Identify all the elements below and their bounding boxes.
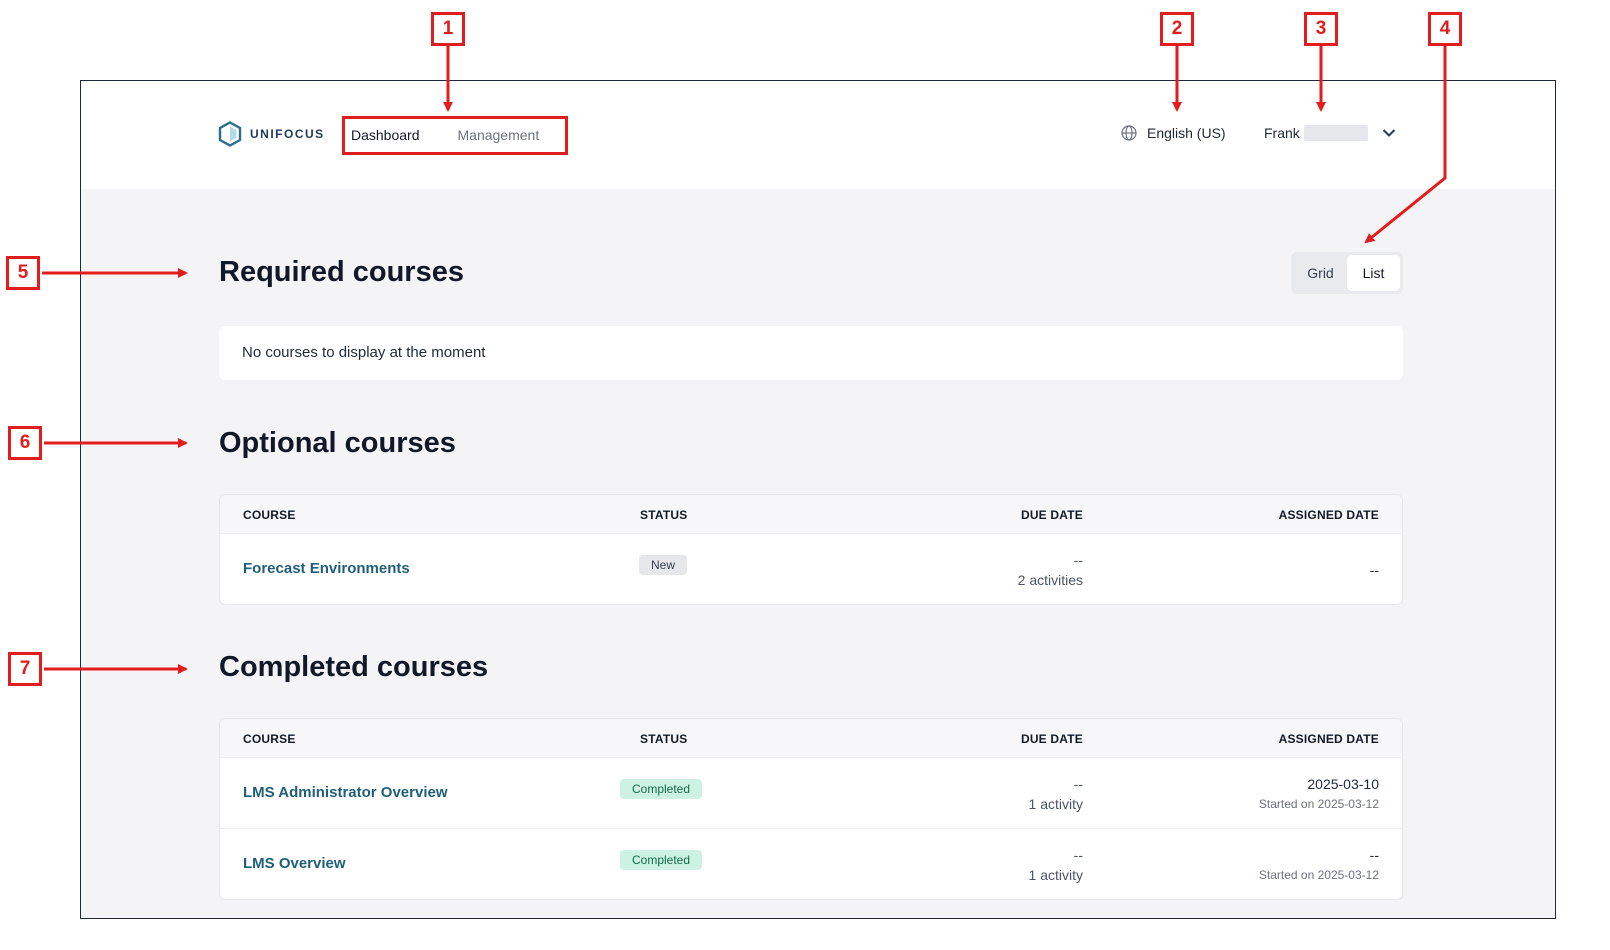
column-due-date: DUE DATE	[1020, 508, 1083, 522]
column-assigned-date: ASSIGNED DATE	[1278, 732, 1379, 746]
column-course: COURSE	[243, 732, 296, 746]
column-course: COURSE	[243, 508, 296, 522]
due-date: --	[1073, 847, 1083, 863]
required-courses-title: Required courses	[219, 256, 464, 288]
table-row[interactable]: Forecast Environments New -- 2 activitie…	[220, 534, 1402, 604]
course-link[interactable]: LMS Administrator Overview	[243, 784, 448, 801]
annotation-label: 6	[8, 426, 42, 460]
started-date: Started on 2025-03-12	[1258, 797, 1379, 811]
view-toggle: Grid List	[1291, 252, 1403, 294]
app-window: UNIFOCUS Dashboard Management English (U…	[80, 80, 1556, 919]
language-selector[interactable]: English (US)	[1121, 125, 1226, 141]
completed-courses-title: Completed courses	[219, 651, 489, 683]
unifocus-logo[interactable]: UNIFOCUS	[218, 121, 325, 147]
user-menu[interactable]: Frank	[1264, 125, 1396, 141]
assigned-date: --	[1369, 562, 1379, 578]
due-date: --	[1073, 552, 1083, 568]
logo-text: UNIFOCUS	[250, 127, 325, 141]
status-badge: New	[639, 555, 688, 575]
annotation-label: 3	[1304, 12, 1338, 46]
assigned-date-cell: -- Started on 2025-03-12	[1259, 845, 1379, 885]
activity-count: 1 activity	[1028, 867, 1083, 883]
annotation-label: 1	[431, 12, 465, 46]
activity-count: 1 activity	[1028, 796, 1083, 812]
globe-icon	[1121, 125, 1137, 141]
optional-courses-table: COURSE STATUS DUE DATE ASSIGNED DATE For…	[219, 494, 1403, 605]
due-date-cell: -- 1 activity	[1029, 845, 1083, 885]
language-label: English (US)	[1147, 125, 1226, 141]
activity-count: 2 activities	[1017, 572, 1083, 588]
course-link[interactable]: LMS Overview	[243, 855, 346, 872]
annotation-label: 2	[1160, 12, 1194, 46]
table-header: COURSE STATUS DUE DATE ASSIGNED DATE	[220, 719, 1402, 758]
required-empty-message: No courses to display at the moment	[219, 326, 1403, 380]
column-status: STATUS	[640, 508, 688, 522]
completed-courses-table: COURSE STATUS DUE DATE ASSIGNED DATE LMS…	[219, 718, 1403, 900]
column-status: STATUS	[640, 732, 688, 746]
started-date: Started on 2025-03-12	[1258, 868, 1379, 882]
table-header: COURSE STATUS DUE DATE ASSIGNED DATE	[220, 495, 1402, 534]
grid-view-button[interactable]: Grid	[1294, 255, 1347, 291]
table-row[interactable]: LMS Administrator Overview Completed -- …	[220, 758, 1402, 829]
annotation-label: 7	[8, 652, 42, 686]
chevron-down-icon	[1382, 129, 1396, 137]
hexagon-logo-icon	[218, 121, 242, 147]
list-view-button[interactable]: List	[1347, 255, 1400, 291]
status-badge: Completed	[620, 850, 703, 870]
annotation-label: 5	[6, 256, 40, 290]
due-date-cell: -- 1 activity	[1029, 774, 1083, 814]
due-date-cell: -- 2 activities	[1018, 550, 1083, 590]
due-date: --	[1073, 776, 1083, 792]
assigned-date-cell: 2025-03-10 Started on 2025-03-12	[1259, 774, 1379, 814]
nav-highlight-box	[342, 116, 568, 155]
redacted-surname	[1303, 125, 1368, 141]
assigned-date-cell: --	[1370, 560, 1379, 580]
assigned-date: 2025-03-10	[1307, 776, 1379, 792]
status-badge: Completed	[620, 779, 703, 799]
annotation-label: 4	[1428, 12, 1462, 46]
table-row[interactable]: LMS Overview Completed -- 1 activity -- …	[220, 829, 1402, 899]
course-link[interactable]: Forecast Environments	[243, 560, 410, 577]
top-navigation-bar: UNIFOCUS Dashboard Management English (U…	[81, 81, 1555, 189]
assigned-date: --	[1369, 847, 1379, 863]
user-name: Frank	[1264, 125, 1300, 141]
column-due-date: DUE DATE	[1020, 732, 1083, 746]
column-assigned-date: ASSIGNED DATE	[1278, 508, 1379, 522]
optional-courses-title: Optional courses	[219, 427, 456, 459]
